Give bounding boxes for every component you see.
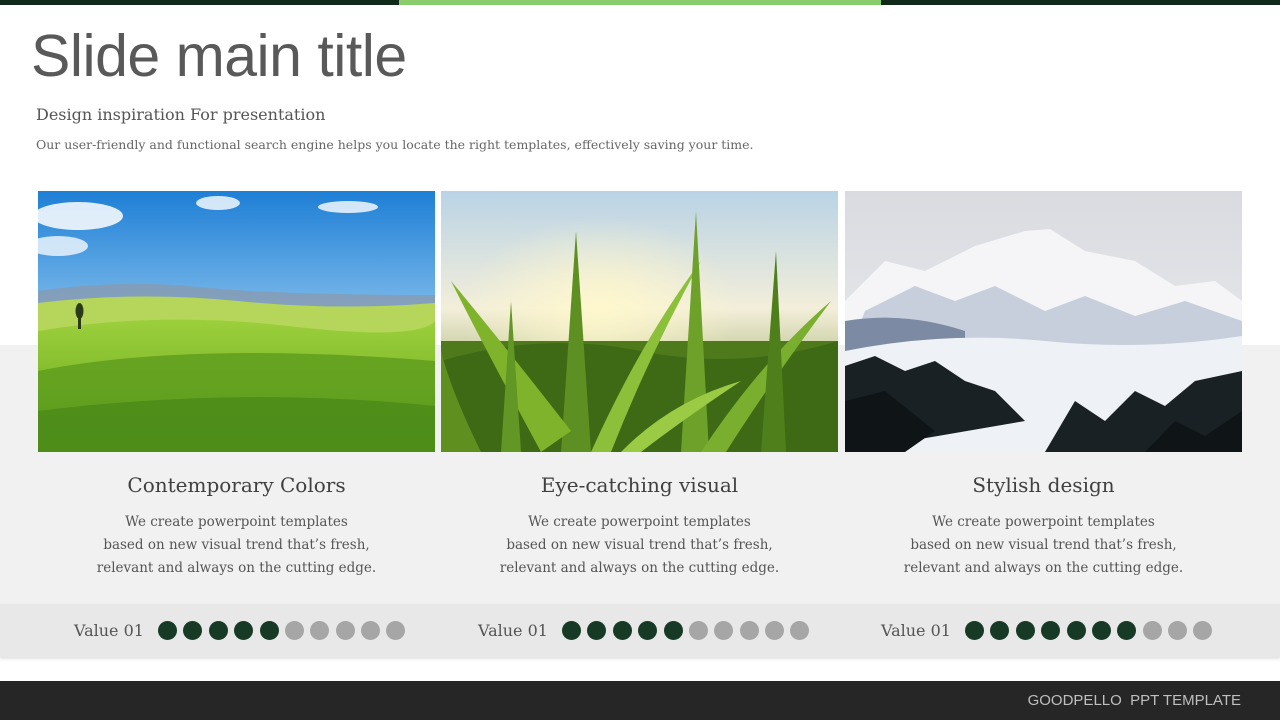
card-body-line: We create powerpoint templates [528, 514, 751, 530]
top-bar-highlight-segment [399, 0, 881, 5]
card-body: We create powerpoint templates based on … [441, 511, 838, 580]
rating-label: Value 01 [881, 620, 951, 640]
value-rating-2: Value 01 [478, 619, 816, 641]
feature-card-3: Stylish design We create powerpoint temp… [845, 191, 1242, 576]
rating-dots [964, 620, 1219, 640]
rating-dot-filled [663, 620, 683, 640]
rating-dot-empty [1168, 620, 1188, 640]
rating-dot-empty [765, 620, 785, 640]
rating-dot-empty [284, 620, 304, 640]
rating-dot-filled [157, 620, 177, 640]
rating-label: Value 01 [74, 620, 144, 640]
rating-dot-filled [964, 620, 984, 640]
rating-dot-filled [234, 620, 254, 640]
rating-dot-filled [561, 620, 581, 640]
rating-label: Value 01 [478, 620, 548, 640]
rating-dot-empty [310, 620, 330, 640]
rating-dot-empty [1193, 620, 1213, 640]
rating-dot-empty [335, 620, 355, 640]
rating-dot-empty [739, 620, 759, 640]
rating-dots [157, 620, 412, 640]
card-body-line: based on new visual trend that’s fresh, [506, 537, 773, 553]
card-body-line: based on new visual trend that’s fresh, [103, 537, 370, 553]
rating-dot-filled [1041, 620, 1061, 640]
top-accent-bar [0, 0, 1280, 5]
card-title: Contemporary Colors [127, 473, 346, 497]
rating-dot-empty [361, 620, 381, 640]
rating-dot-filled [638, 620, 658, 640]
rating-dot-filled [1117, 620, 1137, 640]
top-bar-right-segment [881, 0, 1280, 5]
rating-dot-empty [386, 620, 406, 640]
card-body-line: relevant and always on the cutting edge. [499, 560, 780, 576]
card-body-line: based on new visual trend that’s fresh, [910, 537, 1177, 553]
feature-card-1: Contemporary Colors We create powerpoint… [38, 191, 435, 576]
slide-title: Slide main title [31, 23, 407, 89]
card-title: Stylish design [972, 473, 1115, 497]
top-bar-left-segment [0, 0, 399, 5]
rating-dot-filled [1015, 620, 1035, 640]
card-body-line: relevant and always on the cutting edge. [96, 560, 377, 576]
slide-subtitle: Design inspiration For presentation [36, 105, 326, 124]
value-rating-3: Value 01 [881, 619, 1219, 641]
footer-bar: GOODPELLO PPT TEMPLATE [0, 681, 1280, 720]
rating-dot-filled [1066, 620, 1086, 640]
feature-card-2: Eye-catching visual We create powerpoint… [441, 191, 838, 576]
slide-description: Our user-friendly and functional search … [36, 137, 754, 152]
rating-dot-filled [208, 620, 228, 640]
card-body: We create powerpoint templates based on … [38, 511, 435, 580]
footer-brand-text: GOODPELLO PPT TEMPLATE [1027, 692, 1241, 709]
rating-dot-empty [714, 620, 734, 640]
rating-dot-filled [612, 620, 632, 640]
card-title: Eye-catching visual [540, 473, 739, 497]
rating-dot-filled [1091, 620, 1111, 640]
rating-dot-empty [790, 620, 810, 640]
rolling-green-hills-photo [38, 191, 435, 452]
card-body-line: relevant and always on the cutting edge. [903, 560, 1184, 576]
rating-dot-empty [1142, 620, 1162, 640]
rating-dot-filled [183, 620, 203, 640]
rating-dot-filled [990, 620, 1010, 640]
card-body-line: We create powerpoint templates [932, 514, 1155, 530]
card-body: We create powerpoint templates based on … [845, 511, 1242, 580]
rating-dot-filled [259, 620, 279, 640]
card-body-line: We create powerpoint templates [125, 514, 348, 530]
value-rating-1: Value 01 [74, 619, 412, 641]
rating-dots [561, 620, 816, 640]
rating-dot-filled [587, 620, 607, 640]
cornfield-photo [441, 191, 838, 452]
rating-dot-empty [688, 620, 708, 640]
snowy-mountain-photo [845, 191, 1242, 452]
